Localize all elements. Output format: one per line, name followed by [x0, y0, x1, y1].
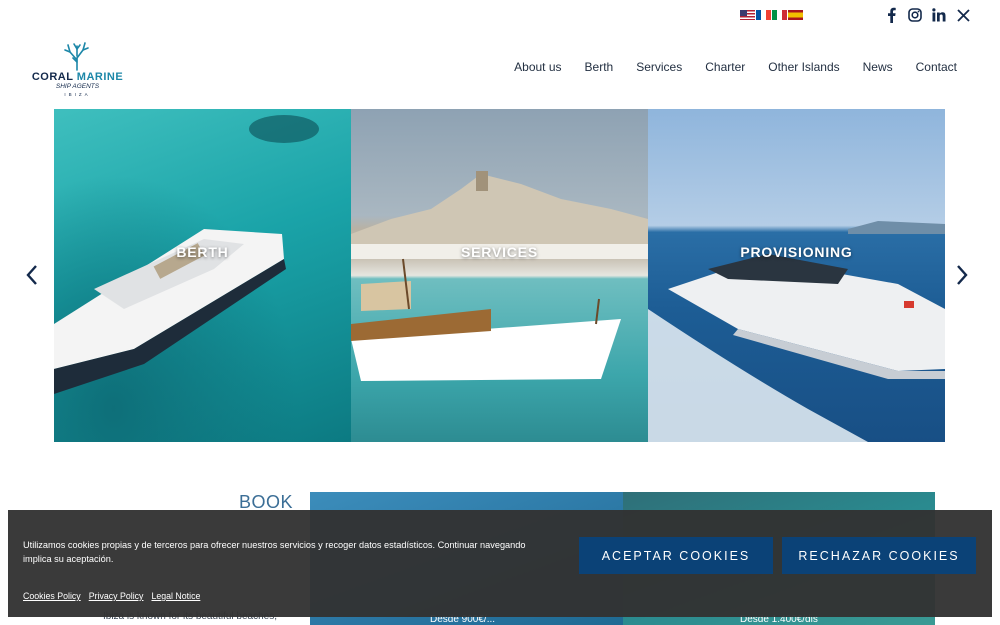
slide-label-services: SERVICES: [461, 244, 538, 260]
slide-services[interactable]: SERVICES: [351, 109, 648, 442]
chevron-right-icon: [957, 265, 968, 285]
cookie-banner: Utilizamos cookies propias y de terceros…: [8, 510, 992, 617]
logo-tagline: SHIP AGENTS: [55, 83, 100, 90]
cookies-policy-link[interactable]: Cookies Policy: [23, 591, 81, 601]
x-icon[interactable]: [956, 6, 970, 24]
nav-news[interactable]: News: [863, 60, 893, 74]
cookie-text: Utilizamos cookies propias y de terceros…: [23, 540, 526, 564]
nav-contact[interactable]: Contact: [916, 60, 957, 74]
privacy-policy-link[interactable]: Privacy Policy: [89, 591, 144, 601]
slide-label-berth: BERTH: [176, 244, 229, 260]
nav-other-islands[interactable]: Other Islands: [768, 60, 839, 74]
logo[interactable]: CORAL MARINE SHIP AGENTS IBIZA: [30, 40, 125, 100]
nav-about-us[interactable]: About us: [514, 60, 561, 74]
slider-next-button[interactable]: [952, 263, 972, 287]
slide-provisioning[interactable]: PROVISIONING: [648, 109, 945, 442]
logo-city: IBIZA: [64, 92, 91, 97]
instagram-icon[interactable]: [908, 6, 922, 24]
flag-fr-icon[interactable]: [756, 10, 771, 20]
yacht-image: [54, 115, 319, 394]
nav-services[interactable]: Services: [636, 60, 682, 74]
slide-label-provisioning: PROVISIONING: [740, 244, 853, 260]
cookie-links: Cookies Policy Privacy Policy Legal Noti…: [23, 591, 200, 601]
logo-wordmark: CORAL MARINE: [31, 71, 124, 83]
town-boat-image: [351, 171, 648, 381]
hero-slider: BERTH SERVICES PROVISIONING: [54, 109, 945, 442]
facebook-icon[interactable]: [884, 6, 898, 24]
flag-es-icon[interactable]: [788, 10, 803, 20]
legal-notice-link[interactable]: Legal Notice: [151, 591, 200, 601]
nav-berth[interactable]: Berth: [585, 60, 614, 74]
slide-berth[interactable]: BERTH: [54, 109, 351, 442]
nav-charter[interactable]: Charter: [705, 60, 745, 74]
chevron-left-icon: [26, 265, 37, 285]
slider-prev-button[interactable]: [22, 263, 42, 287]
linkedin-icon[interactable]: [932, 6, 946, 24]
main-nav: About us Berth Services Charter Other Is…: [514, 60, 957, 74]
speedboat-image: [648, 221, 945, 442]
language-selector: [740, 10, 803, 20]
social-links: [884, 6, 970, 24]
reject-cookies-button[interactable]: RECHAZAR COOKIES: [782, 537, 976, 574]
coral-logo-icon: [64, 42, 89, 71]
flag-uk-icon[interactable]: [740, 10, 755, 20]
flag-it-icon[interactable]: [772, 10, 787, 20]
accept-cookies-button[interactable]: ACEPTAR COOKIES: [579, 537, 773, 574]
